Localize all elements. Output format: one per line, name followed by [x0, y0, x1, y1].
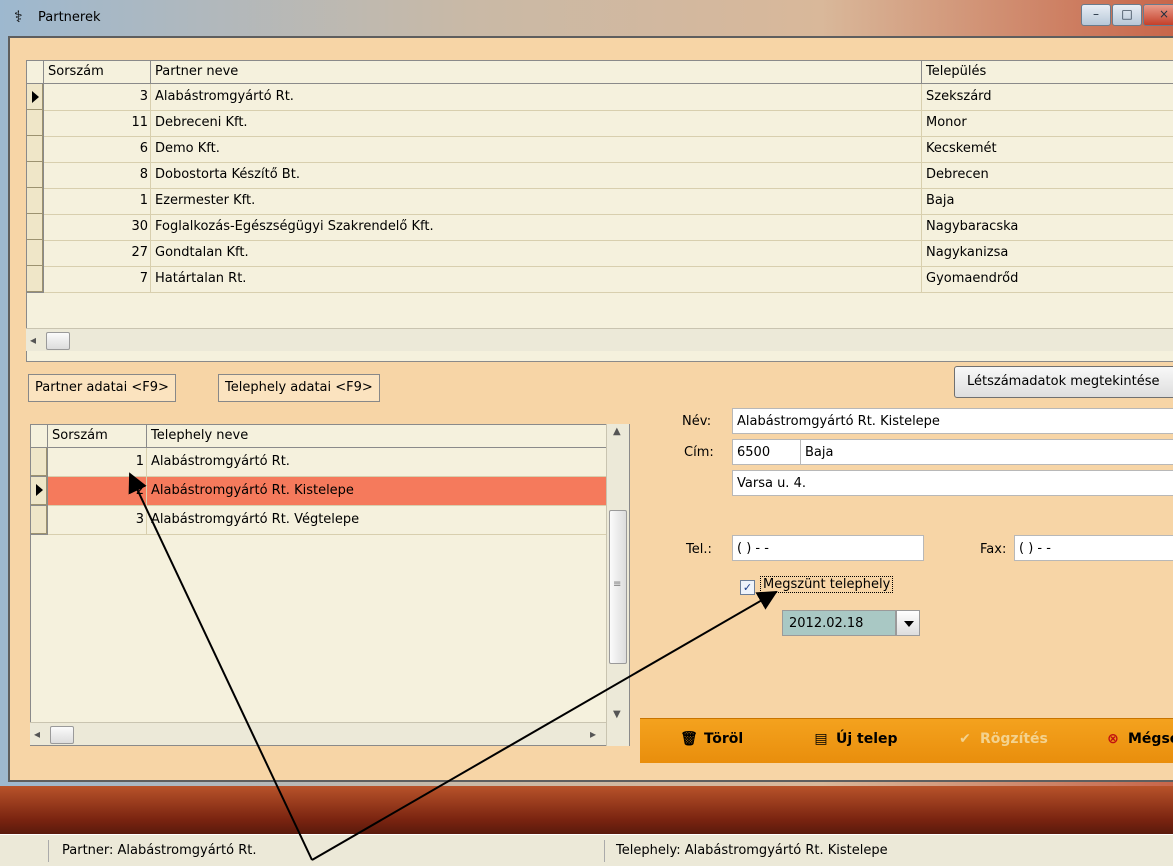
annotation-arrows	[128, 472, 778, 861]
arrow-to-megszunt-checkbox	[311, 590, 778, 861]
arrow-to-selected-site	[128, 472, 313, 861]
